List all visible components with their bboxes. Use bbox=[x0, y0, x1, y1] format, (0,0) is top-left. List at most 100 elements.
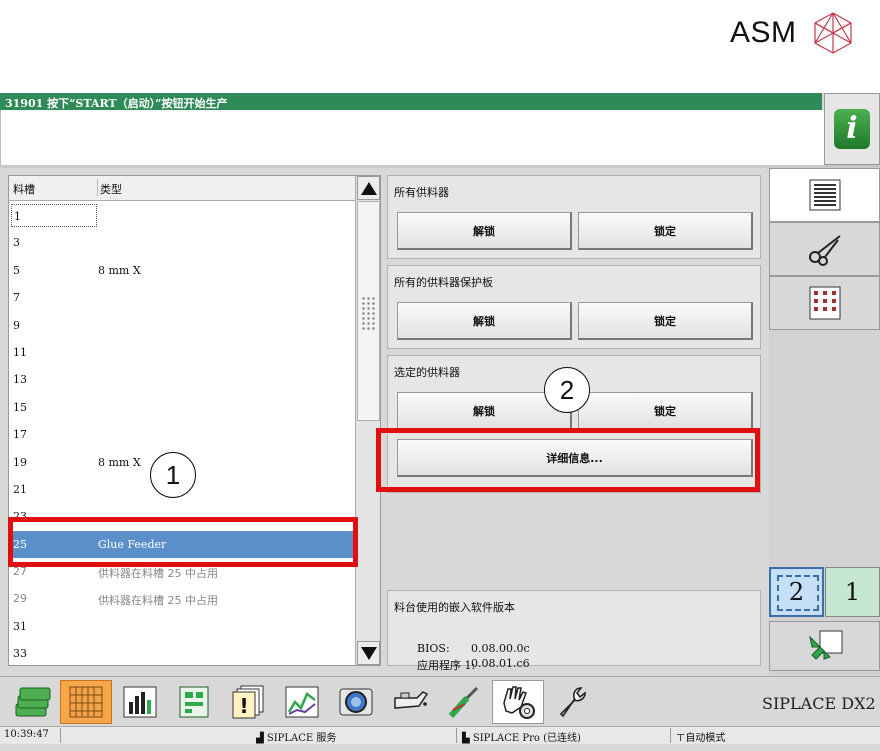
info-button[interactable]: i bbox=[824, 93, 880, 165]
page-2-button[interactable]: 2 bbox=[769, 567, 824, 617]
feeder-type: 8 mm X bbox=[98, 455, 141, 469]
table-row[interactable]: 29 供料器在料槽 25 中占用 bbox=[9, 585, 355, 612]
table-row[interactable]: 17 bbox=[9, 421, 355, 448]
table-row[interactable]: 3 bbox=[9, 229, 355, 256]
exit-button[interactable] bbox=[769, 621, 880, 671]
panel-title: 所有供料器 bbox=[394, 186, 449, 199]
screwdriver-icon bbox=[448, 686, 479, 718]
table-row[interactable]: 15 bbox=[9, 394, 355, 421]
annotation-number-1: 1 bbox=[150, 452, 196, 498]
toolbar-service-button[interactable] bbox=[492, 680, 544, 724]
grip-icon bbox=[361, 296, 377, 330]
feeder-type: 8 mm X bbox=[98, 263, 141, 277]
table-row[interactable]: 33 bbox=[9, 640, 355, 665]
toolbar-tools-button[interactable] bbox=[438, 680, 490, 724]
toolbar-production-button[interactable] bbox=[6, 680, 58, 724]
slot-number: 19 bbox=[13, 455, 27, 469]
siplace-station-app: 31901 按下“START（启动）”按钮开始生产 i 料槽 类型 1 3 5 8… bbox=[0, 93, 880, 751]
panel-title: 选定的供料器 bbox=[394, 366, 460, 379]
page-1-button[interactable]: 1 bbox=[825, 567, 880, 617]
all-covers-panel: 所有的供料器保护板 解锁 锁定 bbox=[387, 265, 761, 349]
lock-selected-feeder-button[interactable]: 锁定 bbox=[578, 392, 753, 430]
slot-number: 3 bbox=[13, 236, 20, 250]
slot-number: 17 bbox=[13, 428, 27, 442]
panel-title: 所有的供料器保护板 bbox=[394, 276, 493, 289]
asm-logo-icon bbox=[813, 12, 852, 54]
firmware-panel: 料台使用的嵌入软件版本 BIOS: 0.08.00.0c 应用程序 1: 0.08.… bbox=[387, 590, 761, 672]
list-header: 料槽 类型 bbox=[9, 176, 355, 201]
table-row[interactable]: 11 bbox=[9, 339, 355, 366]
mode-label: 自动模式 bbox=[685, 733, 726, 744]
app-label: 应用程序 1: bbox=[416, 659, 476, 672]
toolbar-oil-button[interactable] bbox=[384, 680, 436, 724]
panel-title: 料台使用的嵌入软件版本 bbox=[394, 601, 515, 614]
scissors-icon bbox=[808, 235, 841, 266]
service-label: SIPLACE 服务 bbox=[266, 733, 337, 744]
lock-all-feeders-button[interactable]: 锁定 bbox=[578, 212, 753, 250]
divider bbox=[60, 728, 61, 743]
column-header-type[interactable]: 类型 bbox=[97, 179, 122, 196]
slot-number: 11 bbox=[13, 345, 27, 359]
product-name: SIPLACE DX2 bbox=[762, 694, 876, 713]
table-row[interactable]: 9 bbox=[9, 312, 355, 339]
slot-number: 7 bbox=[13, 291, 20, 305]
footer-status-bar: 10:39:47 ▟ SIPLACE 服务 ▙ SIPLACE Pro (已连线… bbox=[0, 726, 880, 744]
toolbar-messages-button[interactable]: ! bbox=[222, 680, 274, 724]
bottom-toolbar: ! SIPLACE DX2 bbox=[0, 676, 880, 726]
list-scrollbar[interactable] bbox=[355, 176, 380, 665]
table-row[interactable]: 7 bbox=[9, 284, 355, 311]
money-stack-icon bbox=[15, 687, 51, 717]
asm-logo: ASM bbox=[730, 8, 855, 58]
feeder-type: 供料器在料槽 25 中占用 bbox=[98, 567, 218, 581]
table-row[interactable]: 1 bbox=[9, 202, 355, 229]
arrow-down-icon bbox=[360, 646, 377, 660]
all-feeders-panel: 所有供料器 解锁 锁定 bbox=[387, 175, 761, 259]
scroll-down-button[interactable] bbox=[357, 641, 380, 665]
slot-number: 9 bbox=[13, 318, 20, 332]
feeder-table-button[interactable] bbox=[769, 276, 880, 330]
service-icon: ▟ bbox=[256, 733, 267, 744]
scroll-thumb[interactable] bbox=[357, 201, 380, 421]
toolbar-statistics-button[interactable] bbox=[114, 680, 166, 724]
slot-number: 1 bbox=[11, 204, 97, 227]
slot-number: 21 bbox=[13, 482, 27, 496]
circuit-board-icon bbox=[179, 686, 209, 718]
scroll-up-button[interactable] bbox=[357, 176, 380, 200]
table-row[interactable]: 31 bbox=[9, 613, 355, 640]
slot-number: 5 bbox=[13, 263, 20, 277]
trend-chart-icon bbox=[285, 686, 319, 718]
page-selector: 2 1 bbox=[769, 567, 880, 617]
app-value: 0.08.01.c6 bbox=[471, 657, 530, 670]
table-row[interactable]: 5 8 mm X bbox=[9, 257, 355, 284]
toolbar-board-button[interactable] bbox=[168, 680, 220, 724]
table-row[interactable]: 13 bbox=[9, 366, 355, 393]
toolbar-camera-button[interactable] bbox=[330, 680, 382, 724]
camera-lens-icon bbox=[339, 688, 373, 716]
connection-icon: ▙ bbox=[462, 733, 473, 744]
unlock-all-feeders-button[interactable]: 解锁 bbox=[397, 212, 572, 250]
lock-all-covers-button[interactable]: 锁定 bbox=[578, 302, 753, 340]
clock-time: 10:39:47 bbox=[4, 729, 49, 740]
warning-pages-icon: ! bbox=[232, 685, 264, 719]
mode-icon: ⊤ bbox=[676, 733, 686, 744]
column-header-slot[interactable]: 料槽 bbox=[13, 181, 35, 197]
divider bbox=[670, 728, 671, 743]
slot-number: 33 bbox=[13, 647, 27, 661]
service-status: ▟ SIPLACE 服务 bbox=[256, 729, 336, 744]
list-rows: 1 3 58 mm X 7 9 11 13 15 17 19 8 mm X 21 … bbox=[9, 202, 355, 665]
list-view-button[interactable] bbox=[769, 168, 880, 222]
feeder-slot-list: 料槽 类型 1 3 5 8 mm X 7 9 11 13 15 17 19 8 mm… bbox=[8, 175, 381, 666]
annotation-number-2: 2 bbox=[544, 367, 590, 413]
slot-number: 15 bbox=[13, 400, 27, 414]
unlock-all-covers-button[interactable]: 解锁 bbox=[397, 302, 572, 340]
toolbar-setup-button[interactable] bbox=[60, 680, 112, 724]
bios-value: 0.08.00.0c bbox=[471, 642, 530, 655]
toolbar-trend-button[interactable] bbox=[276, 680, 328, 724]
exit-arrow-icon bbox=[808, 630, 842, 660]
feeder-table-icon bbox=[809, 286, 840, 320]
message-area bbox=[0, 110, 824, 165]
bar-chart-icon bbox=[123, 686, 157, 718]
splice-button[interactable] bbox=[769, 222, 880, 276]
page-1-label: 1 bbox=[844, 578, 861, 606]
toolbar-settings-button[interactable] bbox=[546, 680, 598, 724]
